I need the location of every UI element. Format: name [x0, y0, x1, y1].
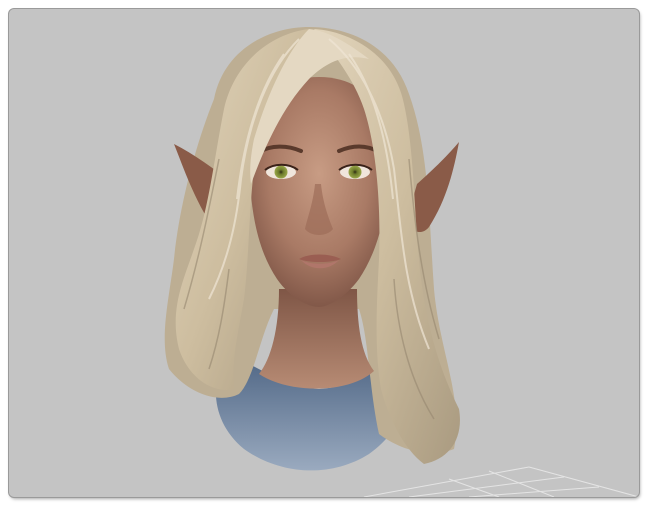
- 3d-viewport[interactable]: [9, 9, 639, 497]
- floor-grid: [363, 466, 639, 497]
- viewport-frame: [9, 9, 639, 497]
- character-render: [164, 27, 639, 497]
